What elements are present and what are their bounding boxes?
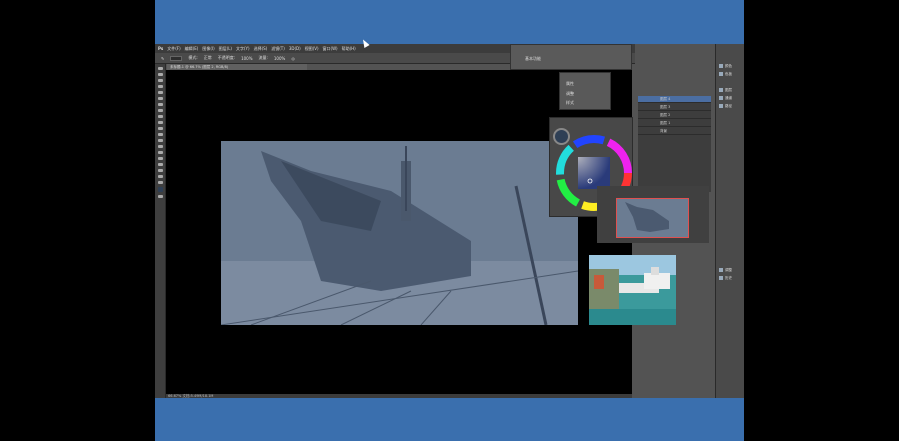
- panel-history[interactable]: 历史: [719, 276, 743, 281]
- mode-select[interactable]: 正常: [204, 55, 212, 61]
- layer-row[interactable]: 图层 2: [638, 112, 711, 119]
- swatches-panel-icon: [719, 72, 723, 76]
- adjustments-panel-icon: [719, 268, 723, 272]
- adjustments-item[interactable]: 调整: [566, 91, 574, 97]
- menu-view[interactable]: 视图(V): [305, 46, 319, 52]
- color-panel-icon: [719, 64, 723, 68]
- opacity-field[interactable]: 100%: [241, 56, 252, 61]
- menu-window[interactable]: 窗口(W): [323, 46, 338, 52]
- ship-sketch: [221, 141, 578, 325]
- panel-swatches[interactable]: 色板: [719, 72, 743, 77]
- collapsed-panels: 颜色 色板 图层 通道 路径 调整 历史: [715, 44, 744, 398]
- eyedropper-tool-icon[interactable]: [158, 97, 163, 100]
- flow-field[interactable]: 100%: [274, 56, 285, 61]
- layer-row[interactable]: 背景: [638, 128, 711, 135]
- layer-row[interactable]: 图层 1: [638, 120, 711, 127]
- crop-tool-icon[interactable]: [158, 91, 163, 94]
- blur-tool-icon[interactable]: [158, 139, 163, 142]
- foreground-color-swatch[interactable]: [158, 187, 163, 192]
- menu-3d[interactable]: 3D(D): [289, 46, 301, 51]
- path-select-tool-icon[interactable]: [158, 163, 163, 166]
- lasso-tool-icon[interactable]: [158, 79, 163, 82]
- panel-layers[interactable]: 图层: [719, 88, 743, 93]
- properties-panel: 属性 调整 样式: [559, 72, 611, 110]
- workspace-label: 基本功能: [525, 56, 541, 61]
- layers-panel: 图层 4 图层 3 图层 2 图层 1 背景: [638, 96, 711, 192]
- healing-tool-icon[interactable]: [158, 103, 163, 106]
- layers-panel-icon: [719, 88, 723, 92]
- zoom-tool-icon[interactable]: [158, 181, 163, 184]
- harbor-photo: [589, 255, 676, 325]
- canvas-painting[interactable]: [221, 141, 578, 325]
- menu-filter[interactable]: 滤镜(T): [271, 46, 285, 52]
- shape-tool-icon[interactable]: [158, 169, 163, 172]
- styles-item[interactable]: 样式: [566, 100, 574, 106]
- properties-item[interactable]: 属性: [566, 81, 574, 87]
- brush-tool-icon[interactable]: ✎: [161, 56, 164, 61]
- brush-tool-icon[interactable]: [158, 109, 163, 112]
- layer-row[interactable]: 图层 3: [638, 104, 711, 111]
- channels-panel-icon: [719, 96, 723, 100]
- tools-panel: [155, 64, 166, 398]
- gradient-tool-icon[interactable]: [158, 133, 163, 136]
- hand-tool-icon[interactable]: [158, 175, 163, 178]
- history-brush-tool-icon[interactable]: [158, 121, 163, 124]
- quick-select-tool-icon[interactable]: [158, 85, 163, 88]
- menu-layer[interactable]: 图层(L): [219, 46, 232, 52]
- brush-preset-picker[interactable]: [170, 55, 183, 61]
- eraser-tool-icon[interactable]: [158, 127, 163, 130]
- mode-label: 模式:: [188, 55, 198, 60]
- history-panel-icon: [719, 276, 723, 280]
- panel-color[interactable]: 颜色: [719, 64, 743, 69]
- menu-help[interactable]: 帮助(H): [342, 46, 356, 52]
- menu-select[interactable]: 选择(S): [254, 46, 268, 52]
- marquee-tool-icon[interactable]: [158, 73, 163, 76]
- menu-type[interactable]: 文字(Y): [236, 46, 250, 52]
- reference-photo: [589, 255, 676, 325]
- menu-edit[interactable]: 编辑(E): [185, 46, 199, 52]
- app-logo: Ps: [158, 46, 164, 51]
- pen-tool-icon[interactable]: [158, 151, 163, 154]
- airbrush-icon[interactable]: ◎: [291, 56, 295, 61]
- panel-adjustments[interactable]: 调整: [719, 268, 743, 273]
- dodge-tool-icon[interactable]: [158, 145, 163, 148]
- navigator-preview: [625, 202, 669, 232]
- menu-image[interactable]: 图像(I): [202, 46, 214, 52]
- flow-label: 流量:: [258, 55, 268, 60]
- stamp-tool-icon[interactable]: [158, 115, 163, 118]
- move-tool-icon[interactable]: [158, 67, 163, 70]
- navigator-thumbnail[interactable]: [616, 198, 689, 238]
- right-letterbox: [744, 0, 899, 441]
- menu-file[interactable]: 文件(F): [167, 46, 180, 52]
- left-letterbox: [0, 0, 155, 441]
- opacity-label: 不透明度:: [217, 55, 236, 60]
- workspace-panel[interactable]: 基本功能: [510, 44, 632, 70]
- layer-row[interactable]: 图层 4: [638, 96, 711, 103]
- paths-panel-icon: [719, 104, 723, 108]
- quick-mask-icon[interactable]: [158, 195, 163, 198]
- type-tool-icon[interactable]: [158, 157, 163, 160]
- status-bar: 66.67% 文档:5.49M/18.1M: [166, 394, 632, 398]
- panel-channels[interactable]: 通道: [719, 96, 743, 101]
- current-color-swatch[interactable]: [553, 128, 570, 145]
- panel-paths[interactable]: 路径: [719, 104, 743, 109]
